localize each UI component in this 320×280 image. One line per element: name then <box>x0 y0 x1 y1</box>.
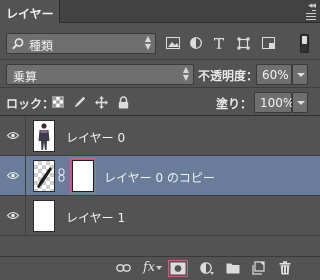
lock-position-icon[interactable] <box>95 96 108 109</box>
select-arrows-icon: ▲ ▼ <box>144 34 151 51</box>
new-group-icon[interactable] <box>226 262 240 274</box>
adjustment-layer-icon[interactable] <box>200 262 214 275</box>
layer-filter-row: 種類 ▲ ▼ <box>0 24 320 60</box>
blend-mode-value: 乗算 <box>13 70 38 84</box>
layer-style-icon[interactable]: fx <box>143 260 155 275</box>
fill-dropdown-button[interactable] <box>292 92 308 113</box>
layer-row-selected[interactable]: レイヤー 0 のコピー <box>0 156 320 196</box>
tab-layers[interactable]: レイヤー <box>0 0 60 23</box>
layer-thumbnail[interactable] <box>33 200 55 232</box>
eye-icon <box>7 211 19 220</box>
lock-all-icon[interactable] <box>118 96 129 109</box>
panel-tab-bar: レイヤー ◂◂ <box>0 0 320 23</box>
lock-transparent-pixels-icon[interactable] <box>52 96 64 108</box>
layer-name: レイヤー 0 のコピー <box>104 171 215 185</box>
delete-layer-icon[interactable] <box>279 261 291 275</box>
lock-label: ロック： <box>6 97 55 111</box>
eye-icon <box>7 171 19 180</box>
fill-label: 塗り： <box>216 97 253 111</box>
smartobject-filter-icon[interactable] <box>262 37 275 49</box>
blend-row: 乗算 ▲ ▼ 不透明度： 60% <box>0 60 320 88</box>
eye-icon <box>7 131 19 140</box>
image-filter-icon[interactable] <box>166 37 180 49</box>
lock-image-pixels-icon[interactable] <box>74 96 86 108</box>
layer-name: レイヤー 1 <box>66 211 126 225</box>
filter-kind-select[interactable]: 種類 ▲ ▼ <box>6 33 156 54</box>
visibility-toggle[interactable] <box>0 156 26 196</box>
layers-bottom-toolbar: fx <box>0 256 320 280</box>
adjustment-filter-icon[interactable] <box>190 37 202 49</box>
layer-row[interactable]: レイヤー 1 <box>0 196 320 236</box>
person-photo-icon <box>38 123 50 150</box>
opacity-dropdown-button[interactable] <box>292 64 308 85</box>
layer-thumbnail[interactable] <box>33 120 55 152</box>
type-filter-icon[interactable] <box>213 37 225 49</box>
layer-mask-thumbnail[interactable] <box>70 158 96 194</box>
link-chain-icon[interactable] <box>58 168 65 182</box>
add-mask-icon[interactable] <box>168 260 188 277</box>
panel-menu-icon[interactable] <box>302 10 316 20</box>
link-layers-icon[interactable] <box>116 264 131 272</box>
filter-kind-label: 種類 <box>29 39 54 53</box>
silhouette-icon <box>37 167 52 188</box>
select-arrows-icon: ▲ ▼ <box>182 65 189 82</box>
opacity-label: 不透明度： <box>198 69 259 83</box>
blend-mode-select[interactable]: 乗算 ▲ ▼ <box>6 64 194 85</box>
visibility-toggle[interactable] <box>0 116 26 156</box>
layer-thumbnail[interactable] <box>33 160 55 192</box>
layers-list: レイヤー 0 レイヤー 0 のコピー レイヤー 1 <box>0 116 320 256</box>
chevron-down-icon <box>156 266 162 270</box>
tab-layers-label: レイヤー <box>6 7 54 21</box>
new-layer-icon[interactable] <box>252 261 265 275</box>
fill-input[interactable]: 100% <box>254 92 294 113</box>
layer-name: レイヤー 0 <box>66 131 126 145</box>
visibility-toggle[interactable] <box>0 196 26 236</box>
search-icon <box>12 38 24 50</box>
opacity-input[interactable]: 60% <box>256 64 292 85</box>
layer-row[interactable]: レイヤー 0 <box>0 116 320 156</box>
lock-row: ロック： 塗り： 100% <box>0 88 320 116</box>
shape-filter-icon[interactable] <box>237 37 250 50</box>
filter-toggle-switch[interactable] <box>300 34 309 53</box>
